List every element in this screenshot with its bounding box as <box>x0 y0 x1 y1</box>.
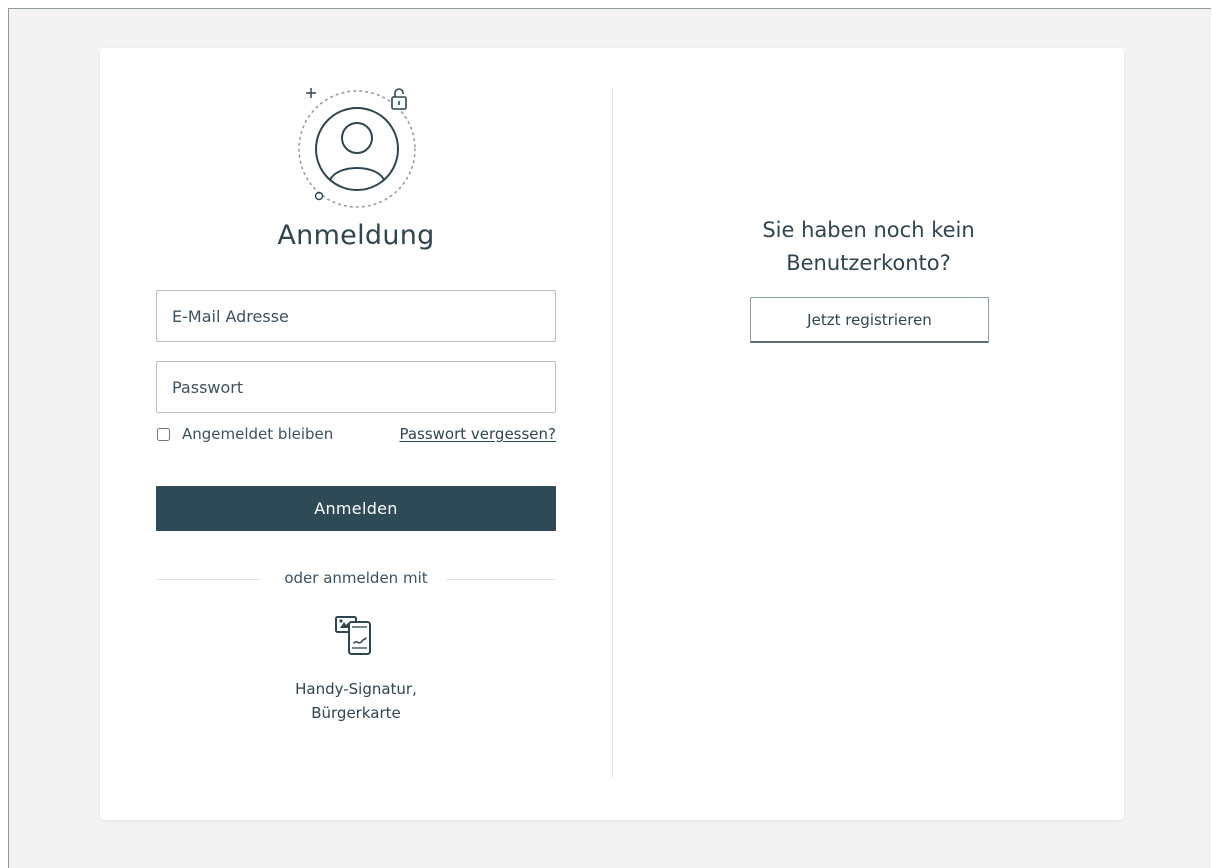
remember-row: Angemeldet bleiben Passwort vergessen? <box>156 424 556 448</box>
register-panel: Sie haben noch kein Benutzerkonto? Jetzt… <box>613 48 1124 820</box>
alt-login-divider-text: oder anmelden mit <box>284 569 428 587</box>
avatar <box>293 84 423 214</box>
mobile-signature-icon[interactable] <box>332 615 380 663</box>
alt-login-divider: oder anmelden mit <box>156 568 556 590</box>
divider-line-right <box>446 579 556 580</box>
register-question: Sie haben noch kein Benutzerkonto? <box>762 218 975 275</box>
login-card: Anmeldung Angemeldet bleiben Passwort ve… <box>100 48 1124 820</box>
forgot-password-link[interactable]: Passwort vergessen? <box>399 425 556 443</box>
page-title: Anmeldung <box>277 220 435 251</box>
remember-label[interactable]: Angemeldet bleiben <box>182 425 333 443</box>
login-panel: Anmeldung Angemeldet bleiben Passwort ve… <box>156 48 556 820</box>
mobile-signature-login-option[interactable]: Handy-Signatur, Bürgerkarte <box>256 615 456 735</box>
register-button[interactable]: Jetzt registrieren <box>750 297 989 343</box>
login-button[interactable]: Anmelden <box>156 486 556 531</box>
plus-icon <box>306 88 316 98</box>
mobile-signature-label[interactable]: Handy-Signatur, Bürgerkarte <box>256 677 456 725</box>
password-field[interactable] <box>156 361 556 413</box>
page-background: Anmeldung Angemeldet bleiben Passwort ve… <box>8 8 1211 868</box>
remember-checkbox[interactable] <box>157 428 170 441</box>
email-field[interactable] <box>156 290 556 342</box>
lock-icon <box>391 88 407 110</box>
user-avatar-icon <box>298 88 416 208</box>
